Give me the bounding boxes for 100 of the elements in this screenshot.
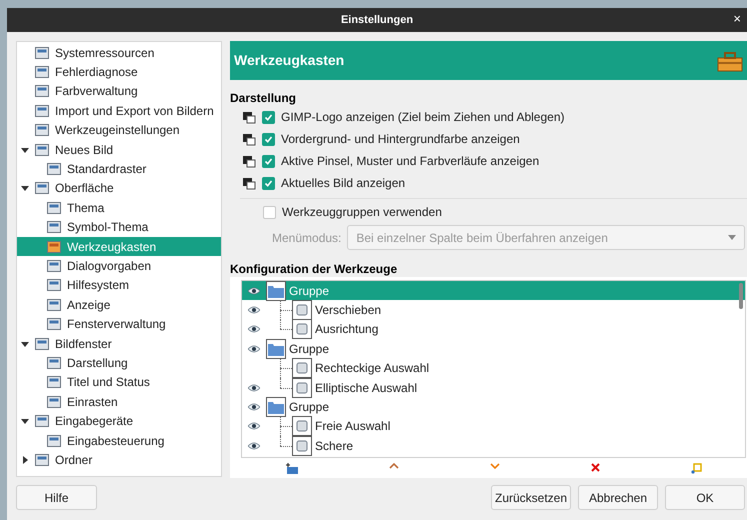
caret-icon [728,235,736,240]
check-icon [264,156,273,166]
tool-icon [292,319,312,340]
tool-row[interactable]: Ausrichtung [242,320,745,340]
sidebar-item[interactable]: Eingabesteuerung [17,430,221,450]
preference-icon [35,65,49,80]
dialog-button[interactable]: Abbrechen [578,485,658,510]
sidebar-item[interactable]: Ordner [17,450,221,470]
page-title: Werkzeugkasten [234,51,344,70]
sidebar-item[interactable]: Dialogvorgaben [17,256,221,276]
tool-row[interactable]: Freie Auswahl [242,416,745,436]
option-icon [242,110,256,124]
close-button[interactable]: × [729,12,745,25]
eye-icon[interactable] [248,325,260,334]
tool-icon [292,358,312,378]
sidebar-item[interactable]: Hilfesystem [17,276,221,296]
sidebar-item[interactable]: Systemressourcen [17,43,221,62]
sidebar-item[interactable]: Bildfenster [17,334,221,354]
eye-icon[interactable] [248,384,260,392]
expander-icon[interactable] [21,184,29,192]
preference-icon [47,298,61,312]
sidebar-item[interactable]: Fehlerdiagnose [17,62,221,82]
preference-icon [47,317,61,332]
delete-icon[interactable] [590,463,600,472]
tool-row[interactable]: Schere [242,436,745,456]
checkbox[interactable] [262,176,275,190]
checkbox[interactable] [262,110,275,124]
sidebar-item[interactable]: Darstellung [17,353,221,373]
preference-icon [35,452,49,467]
dialog-button[interactable]: Zurücksetzen [491,485,571,510]
preference-icon [35,336,49,351]
preference-icon [35,84,49,98]
menu-mode-label: Menümodus: [272,230,342,246]
move-down-icon[interactable] [490,463,500,469]
eye-icon[interactable] [248,442,260,450]
sidebar-item[interactable]: Neues Bild [17,140,221,160]
preference-icon [35,142,49,157]
help-button[interactable]: Hilfe [16,485,97,510]
check-icon [264,178,273,188]
check-icon [264,112,273,122]
sidebar-item[interactable]: Standardraster [17,159,221,179]
expander-icon[interactable] [21,340,29,348]
preference-icon [47,394,61,409]
sidebar-item[interactable]: Import und Export von Bildern [17,101,221,121]
sidebar-item[interactable]: Werkzeugeinstellungen [17,120,221,140]
preference-icon [47,200,61,215]
eye-icon[interactable] [248,403,260,412]
dialog-button[interactable]: OK [665,485,745,510]
expander-icon[interactable] [21,146,29,154]
window-title: Einstellungen [340,12,414,28]
folder-icon [266,397,286,418]
new-group-icon[interactable] [286,463,298,474]
checkbox[interactable] [262,154,275,168]
sidebar-item[interactable]: Thema [17,198,221,218]
option-label: Aktuelles Bild anzeigen [281,175,406,192]
sidebar-item[interactable]: Farbverwaltung [17,82,221,102]
option-icon [242,176,256,190]
preference-icon [47,162,61,176]
preference-icon [47,278,61,292]
sidebar-item[interactable]: Eingabegeräte [17,411,221,431]
eye-icon[interactable] [248,286,260,295]
section-heading: Konfiguration der Werkzeuge [230,261,398,275]
preference-icon [35,123,49,138]
reset-icon[interactable] [690,463,702,474]
preference-icon [35,414,49,428]
option-label: Aktive Pinsel, Muster und Farbverläufe anzeigen [281,153,540,170]
checkbox[interactable] [263,206,276,218]
eye-icon[interactable] [248,306,260,314]
tool-icon [292,378,312,398]
preference-icon [35,104,49,118]
sidebar-item[interactable]: Einrasten [17,392,221,412]
option-label: Werkzeuggruppen verwenden [282,204,442,221]
preference-icon [47,356,61,370]
sidebar-item[interactable]: Fensterverwaltung [17,314,221,334]
tool-row[interactable]: Gruppe [242,339,745,359]
scrollbar[interactable] [739,283,743,309]
folder-icon [266,338,286,359]
eye-icon[interactable] [248,344,260,353]
toolbox-icon [717,50,743,72]
checkbox[interactable] [262,132,275,146]
preference-icon [47,258,61,273]
option-icon [242,154,256,168]
preference-icon [35,46,49,60]
preference-icon [47,434,61,448]
tool-row[interactable]: Elliptische Auswahl [242,378,745,398]
tool-row[interactable]: Gruppe [242,397,745,417]
preference-icon [47,220,61,234]
sidebar-item[interactable]: Symbol-Thema [17,218,221,237]
sidebar-item[interactable]: Titel und Status [17,372,221,392]
tool-icon [292,300,312,320]
sidebar-item[interactable]: Oberfläche [17,178,221,198]
expander-icon[interactable] [21,417,29,426]
tool-row[interactable]: Verschieben [242,300,745,320]
move-up-icon[interactable] [389,463,400,469]
preference-icon [47,240,61,254]
sidebar-item[interactable]: Anzeige [17,295,221,314]
expander-icon[interactable] [21,456,29,464]
eye-icon[interactable] [248,422,260,430]
tool-row[interactable]: Rechteckige Auswahl [242,358,745,378]
tool-icon [292,416,312,436]
